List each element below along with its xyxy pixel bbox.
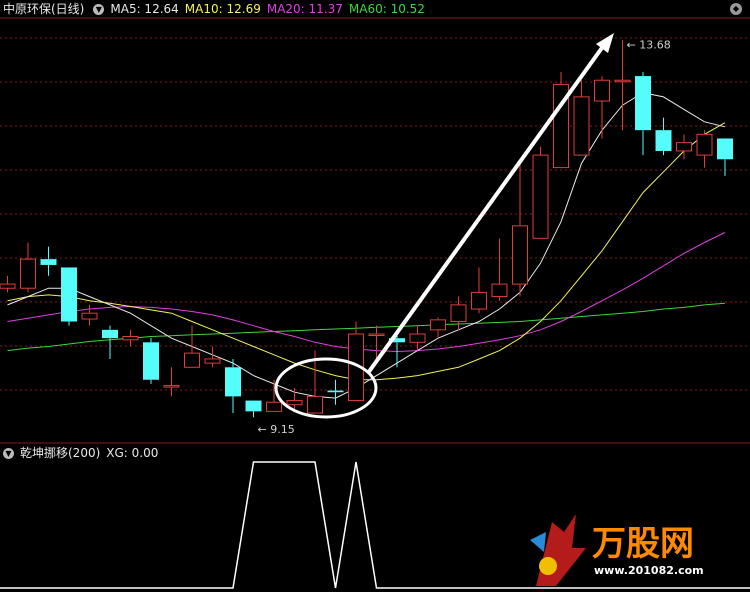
candle (0, 275, 16, 293)
candle-body (368, 333, 385, 336)
candle (368, 325, 385, 364)
ma10-label: MA10: 12.69 (184, 2, 261, 16)
low-price-label: ← 9.15 (258, 423, 295, 436)
candle-body (81, 312, 98, 320)
candle-body (594, 79, 610, 102)
candle (40, 246, 57, 276)
candle-body (512, 225, 528, 285)
candle (532, 146, 549, 239)
candle (286, 388, 303, 409)
settings-icon[interactable]: ◆ (730, 3, 742, 15)
chevron-down-icon[interactable]: ▼ (93, 4, 105, 15)
candle-body (143, 342, 159, 380)
watermark-arrow-icon (530, 532, 546, 552)
candle-body (409, 333, 426, 343)
ma5-label: MA5: 12.64 (110, 2, 179, 16)
candle (635, 71, 651, 156)
indicator-header: ▼ 乾坤挪移(200) XG: 0.00 (0, 444, 164, 462)
ma10-line (7, 122, 726, 381)
indicator-name[interactable]: 乾坤挪移(200) (20, 446, 100, 460)
candle (327, 379, 344, 405)
candle (614, 40, 631, 131)
candle-body (163, 385, 180, 388)
ma60-label: MA60: 10.52 (348, 2, 425, 16)
candle-body (450, 304, 467, 323)
high-price-label: ← 13.68 (627, 38, 671, 51)
candle-body (61, 267, 77, 322)
watermark: 万股网 www.201082.com (592, 524, 704, 577)
candle-body (430, 319, 446, 331)
candle-body (655, 130, 672, 151)
candle-body (471, 291, 487, 310)
candle-body (225, 367, 241, 397)
candle-body (122, 335, 139, 341)
candle-body (0, 283, 16, 289)
chart-canvas: ← 13.68 ← 9.15 (0, 17, 750, 589)
candle (450, 296, 467, 330)
candle (676, 134, 692, 160)
watermark-coin-icon (539, 557, 557, 575)
candle (61, 267, 77, 326)
watermark-brand: 万股网 (592, 524, 694, 564)
candle (122, 329, 139, 347)
candle (348, 321, 364, 402)
candle-body (307, 395, 323, 414)
ma60-line (7, 302, 726, 352)
candle-body (696, 133, 713, 156)
candle (143, 338, 159, 384)
candle (163, 367, 180, 397)
candle-body (491, 283, 508, 298)
chevron-down-icon[interactable]: ▼ (3, 448, 14, 459)
main-chart-header: 中原环保(日线) ▼ MA5: 12.64 MA10: 12.69 MA20: 11.3… (0, 0, 431, 18)
candle-body (635, 76, 651, 131)
candle (20, 242, 36, 293)
candle (245, 400, 262, 418)
candle-body (245, 400, 262, 412)
candle (81, 304, 98, 326)
candle (512, 163, 528, 297)
trend-arrow-shaft (366, 43, 606, 375)
xg-label: XG: 0.00 (106, 446, 159, 460)
candle-body (286, 400, 303, 406)
candle-body (266, 401, 282, 412)
candle (430, 317, 446, 339)
candle (491, 238, 508, 301)
candle-body (676, 142, 692, 152)
candle (594, 76, 610, 139)
candle-body (184, 352, 200, 368)
candle (102, 325, 118, 359)
candle-body (573, 96, 590, 156)
candle-body (102, 329, 118, 339)
candle-body (327, 390, 344, 393)
candle-body (20, 258, 36, 289)
candle (553, 71, 569, 169)
candle-body (40, 259, 57, 265)
candle-body (614, 79, 631, 83)
ma20-label: MA20: 11.37 (266, 2, 343, 16)
candle (471, 267, 487, 314)
candle (573, 80, 590, 156)
candle-body (532, 154, 549, 239)
watermark-url: www.201082.com (594, 564, 704, 577)
candle (696, 130, 713, 168)
candle (655, 117, 672, 156)
ma5-line (7, 92, 726, 399)
stock-name[interactable]: 中原环保(日线) (3, 2, 84, 16)
candle-body (204, 358, 221, 364)
candle-body (717, 138, 733, 160)
